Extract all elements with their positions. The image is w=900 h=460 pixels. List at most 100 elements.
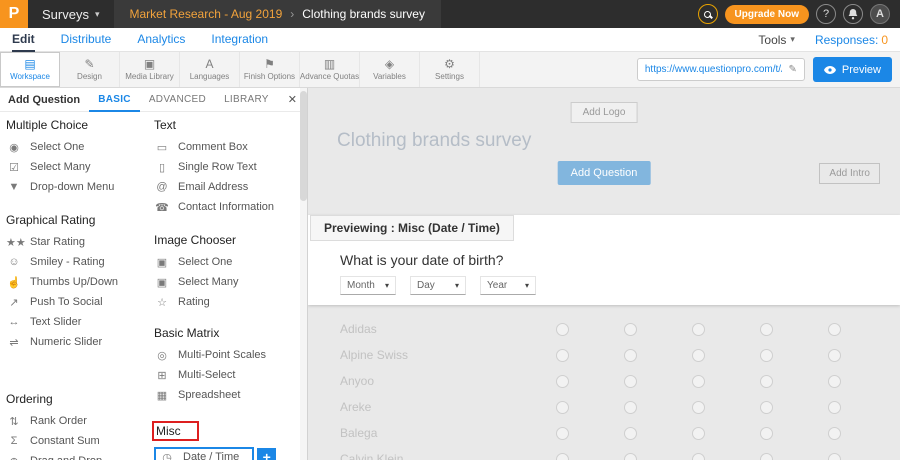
question-type-basic-matrix-multi-select[interactable]: ⊞Multi-Select (154, 369, 235, 382)
questionpro-logo[interactable]: P (0, 0, 28, 28)
notifications-button[interactable] (843, 4, 863, 24)
nav-tab-edit[interactable]: Edit (12, 28, 35, 52)
toolbar-settings[interactable]: ⚙Settings (420, 52, 480, 87)
settings-icon: ⚙ (444, 58, 455, 70)
radio-button[interactable] (624, 401, 637, 414)
radio-button[interactable] (828, 323, 841, 336)
question-type-image-chooser-select-many[interactable]: ▣Select Many (154, 276, 239, 289)
question-type-multiple-choice-select-many[interactable]: ☑Select Many (6, 161, 91, 174)
matrix-cell (528, 375, 596, 388)
radio-button[interactable] (556, 427, 569, 440)
radio-button[interactable] (624, 375, 637, 388)
question-type-text-contact-information[interactable]: ☎Contact Information (154, 201, 274, 214)
radio-button[interactable] (556, 323, 569, 336)
question-type-ordering-drag-and-drop[interactable]: ⊕Drag and Drop (6, 455, 102, 460)
question-category-group-text: Text▭Comment Box▯Single Row Text@Email A… (154, 118, 307, 217)
toolbar-media-library[interactable]: ▣Media Library (120, 52, 180, 87)
question-type-text-comment-box[interactable]: ▭Comment Box (154, 141, 248, 154)
toolbar-languages[interactable]: ALanguages (180, 52, 240, 87)
add-question-button[interactable]: Add Question (558, 161, 651, 185)
panel-tab-advanced[interactable]: ADVANCED (140, 88, 215, 112)
search-button[interactable] (698, 4, 718, 24)
question-type-text-single-row-text[interactable]: ▯Single Row Text (154, 161, 257, 174)
upgrade-button[interactable]: Upgrade Now (725, 5, 809, 24)
question-type-graphical-rating-push-to-social[interactable]: ↗Push To Social (6, 296, 103, 309)
toolbar-variables[interactable]: ◈Variables (360, 52, 420, 87)
toolbar-finish-options[interactable]: ⚑Finish Options (240, 52, 300, 87)
radio-button[interactable] (828, 401, 841, 414)
question-type-text-email-address[interactable]: @Email Address (154, 181, 248, 193)
toolbar-advance-quotas[interactable]: ▥Advance Quotas (300, 52, 360, 87)
main-nav: Edit Distribute Analytics Integration Tools… (0, 28, 900, 52)
surveys-menu[interactable]: Surveys ▾ (28, 0, 114, 28)
question-type-ordering-rank-order[interactable]: ⇅Rank Order (6, 415, 87, 428)
question-type-graphical-rating-text-slider[interactable]: ↔Text Slider (6, 316, 81, 328)
responses-counter[interactable]: Responses:0 (815, 33, 888, 47)
radio-button[interactable] (556, 375, 569, 388)
question-type-multiple-choice-select-one[interactable]: ◉Select One (6, 141, 84, 154)
help-button[interactable]: ? (816, 4, 836, 24)
radio-button[interactable] (828, 427, 841, 440)
add-logo-button[interactable]: Add Logo (571, 102, 638, 123)
nav-tab-integration[interactable]: Integration (211, 28, 268, 52)
radio-button[interactable] (760, 401, 773, 414)
month-dropdown[interactable]: Month▾ (340, 276, 396, 295)
radio-button[interactable] (828, 349, 841, 362)
question-type-image-chooser-select-one[interactable]: ▣Select One (154, 256, 232, 269)
toolbar-item-label: Finish Options (244, 72, 295, 81)
radio-button[interactable] (692, 453, 705, 460)
radio-button[interactable] (556, 349, 569, 362)
radio-button[interactable] (624, 453, 637, 460)
panel-tab-library[interactable]: LIBRARY (215, 88, 278, 112)
year-dropdown[interactable]: Year▾ (480, 276, 536, 295)
radio-button[interactable] (692, 375, 705, 388)
preview-button[interactable]: Preview (813, 57, 892, 82)
question-type-label: Single Row Text (178, 161, 257, 173)
radio-button[interactable] (624, 427, 637, 440)
question-type-basic-matrix-spreadsheet[interactable]: ▦Spreadsheet (154, 389, 240, 402)
nav-tab-analytics[interactable]: Analytics (137, 28, 185, 52)
panel-scrollbar[interactable] (300, 88, 307, 460)
radio-button[interactable] (828, 453, 841, 460)
question-type-graphical-rating-thumbs-up-down[interactable]: ☝Thumbs Up/Down (6, 276, 118, 289)
panel-tab-basic[interactable]: BASIC (89, 88, 140, 112)
radio-button[interactable] (760, 453, 773, 460)
toolbar-design[interactable]: ✎Design (60, 52, 120, 87)
avatar[interactable]: A (870, 4, 890, 24)
radio-button[interactable] (760, 323, 773, 336)
edit-url-icon[interactable]: ✎ (788, 64, 796, 75)
scrollbar-thumb[interactable] (300, 91, 307, 201)
question-type-multiple-choice-drop-down-menu[interactable]: ▼Drop-down Menu (6, 181, 114, 193)
radio-button[interactable] (556, 453, 569, 460)
radio-button[interactable] (760, 427, 773, 440)
question-type-label: Smiley - Rating (30, 256, 105, 268)
question-type-graphical-rating-smiley-rating[interactable]: ☺Smiley - Rating (6, 256, 105, 268)
question-category-group-multiple-choice: Multiple Choice◉Select One☑Select Many▼D… (6, 118, 154, 197)
toolbar-workspace[interactable]: ▤Workspace (0, 52, 60, 87)
radio-button[interactable] (624, 349, 637, 362)
radio-button[interactable] (692, 401, 705, 414)
nav-tab-distribute[interactable]: Distribute (61, 28, 112, 52)
question-type-ordering-constant-sum[interactable]: ΣConstant Sum (6, 435, 100, 447)
radio-button[interactable] (624, 323, 637, 336)
question-type-basic-matrix-multi-point-scales[interactable]: ◎Multi-Point Scales (154, 349, 266, 362)
radio-button[interactable] (692, 349, 705, 362)
radio-button[interactable] (760, 375, 773, 388)
question-type-graphical-rating-star-rating[interactable]: ★★Star Rating (6, 236, 85, 249)
question-type-graphical-rating-numeric-slider[interactable]: ⇌Numeric Slider (6, 336, 102, 349)
question-type-image-chooser-rating[interactable]: ☆Rating (154, 296, 210, 309)
radio-button[interactable] (828, 375, 841, 388)
radio-button[interactable] (692, 427, 705, 440)
day-dropdown[interactable]: Day▾ (410, 276, 466, 295)
survey-url-field[interactable]: https://www.questionpro.com/t/APNrfZ ✎ (637, 58, 805, 81)
tools-menu[interactable]: Tools ▾ (758, 33, 795, 47)
add-intro-button[interactable]: Add Intro (819, 163, 880, 184)
add-date-time-button[interactable]: + (257, 448, 276, 460)
radio-button[interactable] (692, 323, 705, 336)
survey-title[interactable]: Clothing brands survey (337, 130, 531, 152)
radio-button[interactable] (760, 349, 773, 362)
select-many-icon: ☑ (6, 161, 22, 174)
breadcrumb-folder[interactable]: Market Research - Aug 2019 (130, 7, 283, 21)
question-type-misc-date-time[interactable]: ◷Date / Time (154, 447, 254, 460)
radio-button[interactable] (556, 401, 569, 414)
